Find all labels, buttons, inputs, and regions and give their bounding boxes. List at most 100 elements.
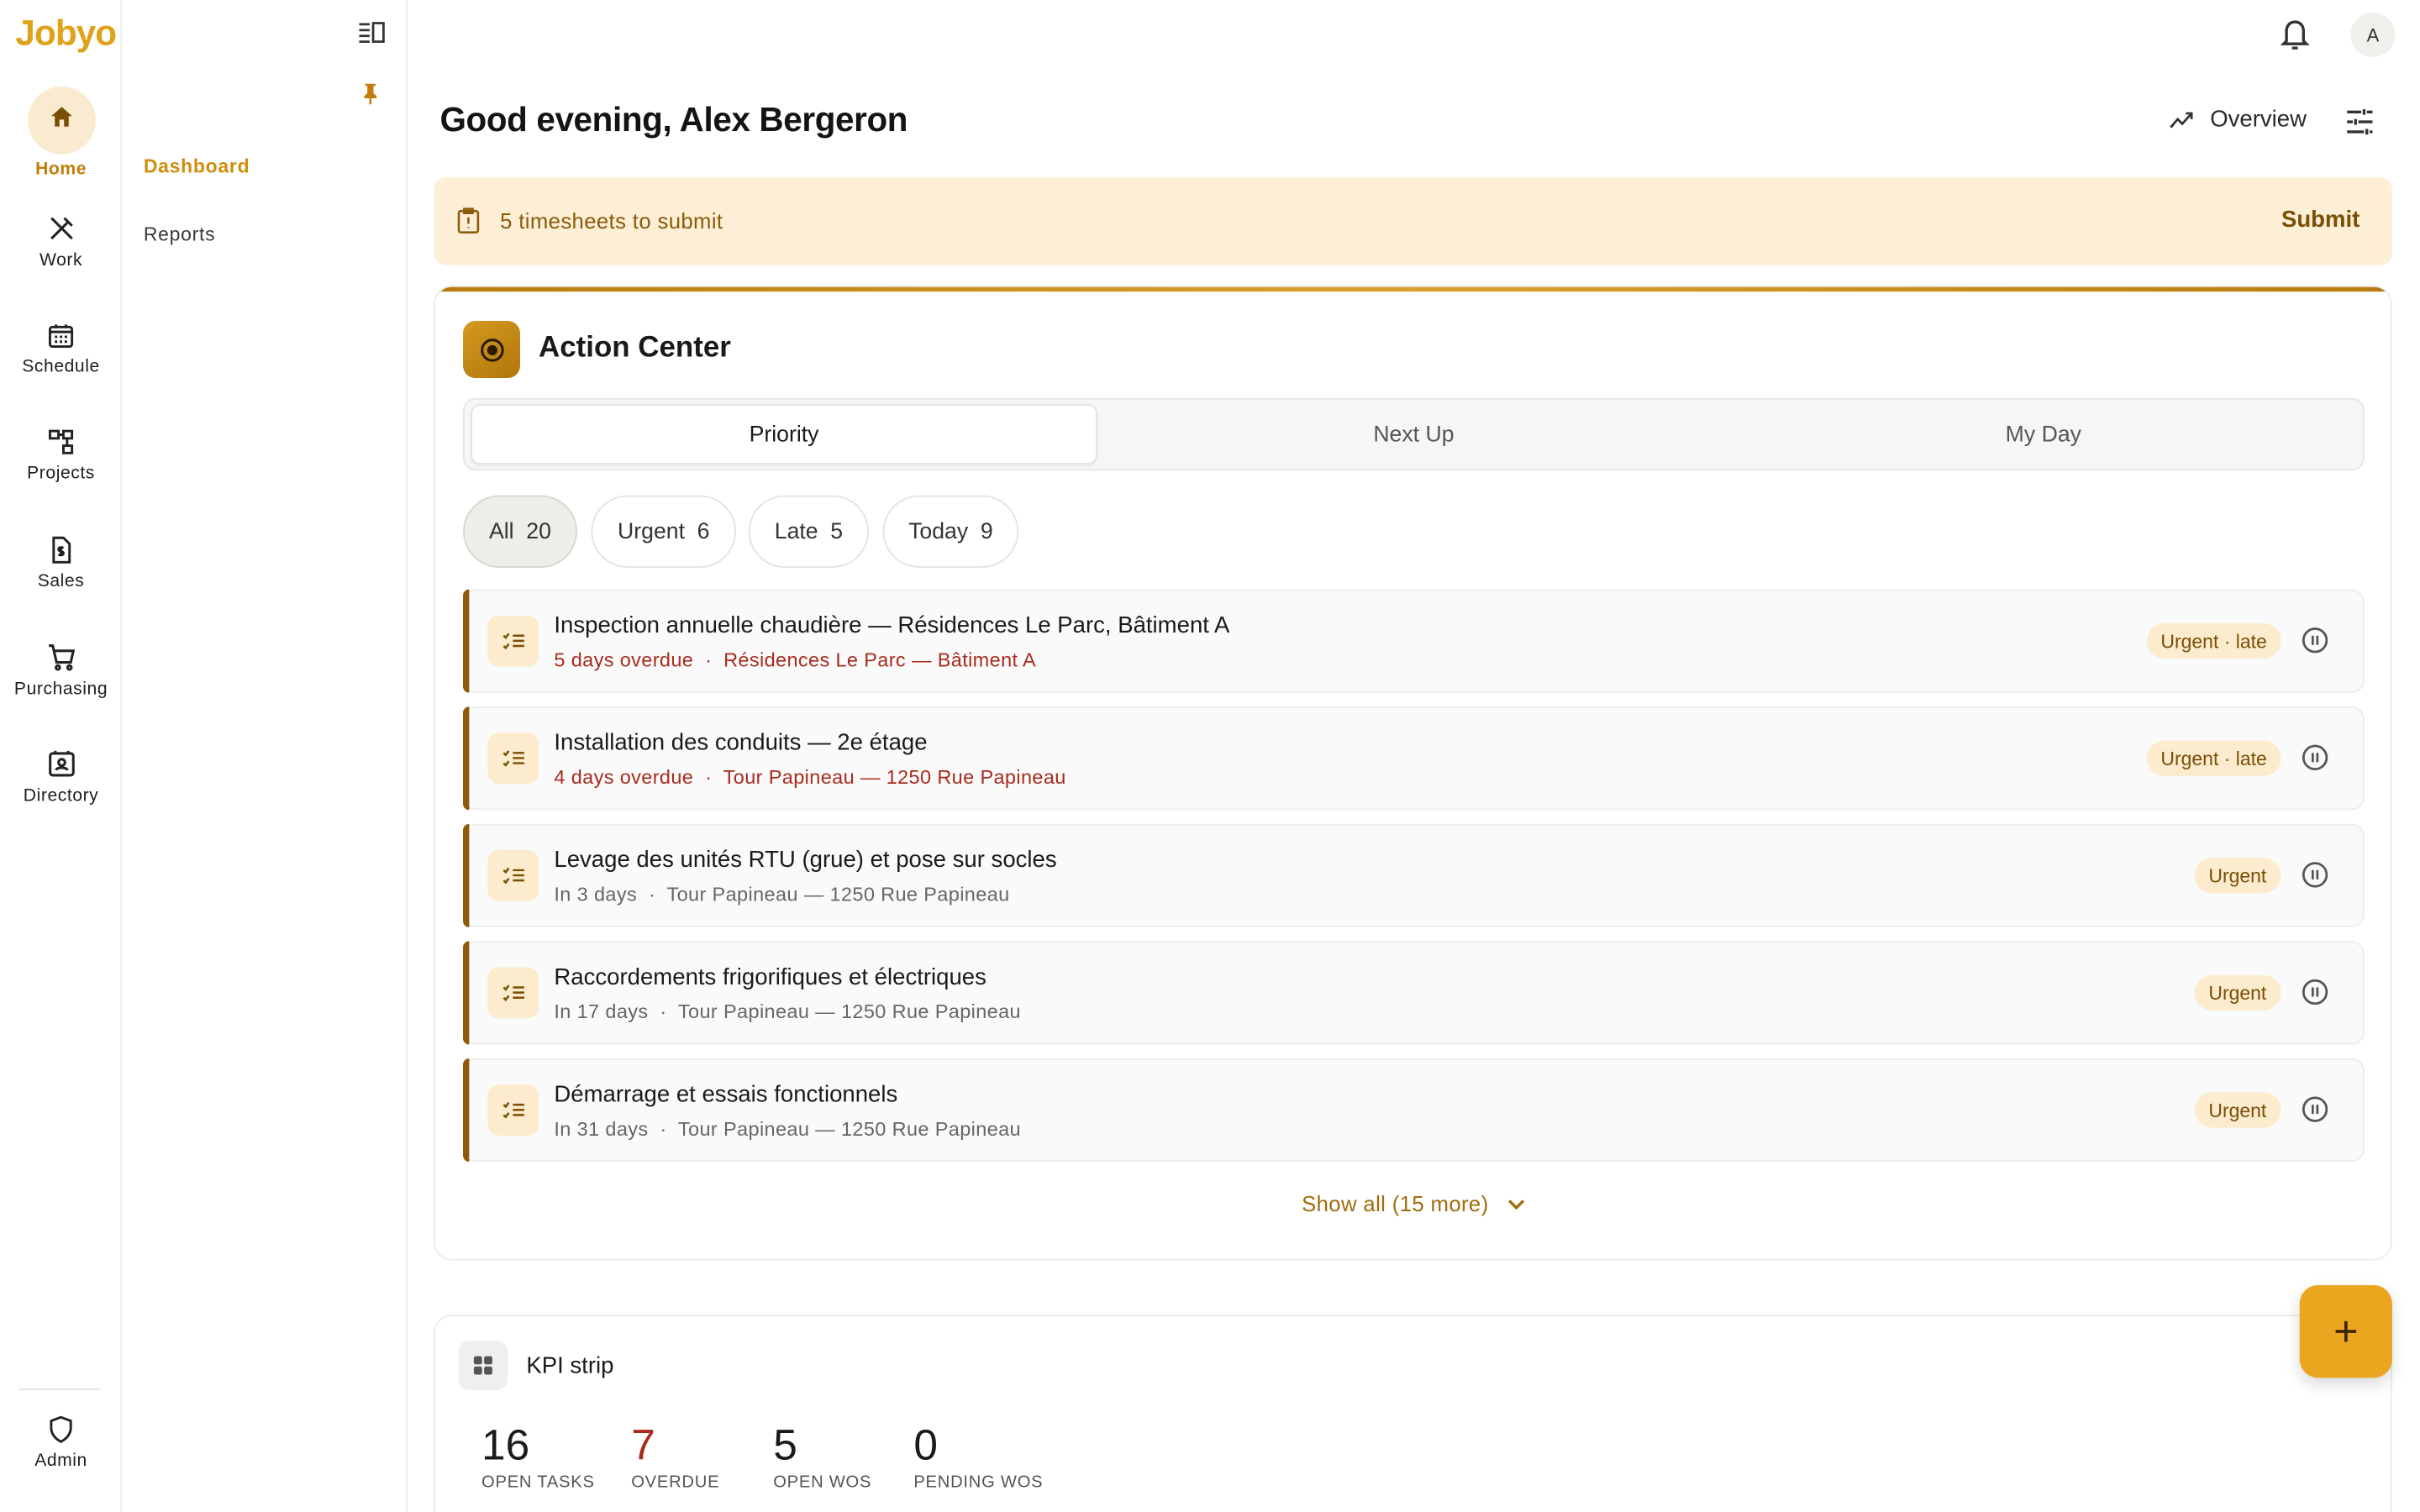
kpi-pending-wos[interactable]: 0 PENDING WOS bbox=[913, 1421, 1043, 1492]
checklist-icon bbox=[487, 615, 539, 667]
kpi-value: 5 bbox=[773, 1420, 797, 1469]
kpi-label: OPEN WOS bbox=[773, 1473, 872, 1493]
task-meta: In 3 days · Tour Papineau — 1250 Rue Pap… bbox=[554, 882, 1010, 906]
subnav-item-dashboard[interactable]: Dashboard bbox=[144, 156, 250, 178]
checklist-icon bbox=[487, 850, 539, 901]
pause-icon[interactable] bbox=[2302, 1095, 2329, 1123]
add-fab-button[interactable] bbox=[2299, 1284, 2392, 1378]
card-accent-line bbox=[434, 286, 2391, 292]
kpi-value: 7 bbox=[631, 1420, 655, 1469]
user-avatar[interactable]: A bbox=[2350, 12, 2396, 57]
rail-item-schedule[interactable]: Schedule bbox=[0, 321, 122, 376]
chip-label: Today bbox=[908, 519, 969, 544]
rail-divider bbox=[18, 1389, 101, 1390]
status-badge: Urgent bbox=[2194, 858, 2281, 894]
status-badge: Urgent · late bbox=[2146, 623, 2281, 659]
checklist-icon bbox=[487, 1084, 539, 1136]
task-row[interactable]: Démarrage et essais fonctionnels In 31 d… bbox=[463, 1058, 2365, 1163]
pause-icon[interactable] bbox=[2302, 978, 2329, 1005]
show-all-label: Show all (15 more) bbox=[1302, 1190, 1489, 1216]
rail-item-admin[interactable]: Admin bbox=[0, 1415, 122, 1470]
projects-icon bbox=[49, 429, 74, 454]
tab-next-up[interactable]: Next Up bbox=[1101, 404, 1728, 465]
rail-item-projects[interactable]: Projects bbox=[0, 428, 122, 483]
timesheet-alert-icon bbox=[457, 207, 480, 234]
action-center-tabs: Priority Next Up My Day bbox=[463, 397, 2365, 471]
checklist-icon bbox=[487, 732, 539, 785]
task-title: Démarrage et essais fonctionnels bbox=[554, 1081, 898, 1108]
filter-chip-all[interactable]: All 20 bbox=[463, 495, 577, 568]
kpi-overdue[interactable]: 7 OVERDUE bbox=[631, 1421, 719, 1492]
subnav-item-reports[interactable]: Reports bbox=[144, 223, 216, 245]
filter-chip-late[interactable]: Late 5 bbox=[748, 495, 870, 568]
banner-text: 5 timesheets to submit bbox=[500, 207, 723, 234]
chip-count: 6 bbox=[697, 519, 710, 544]
task-row[interactable]: Levage des unités RTU (grue) et pose sur… bbox=[463, 823, 2365, 927]
app-root: Jobyo Home Work Schedule Projects Sales … bbox=[0, 0, 2420, 1512]
notifications-bell-icon[interactable] bbox=[2278, 15, 2312, 52]
filter-chip-urgent[interactable]: Urgent 6 bbox=[591, 495, 737, 568]
rail-item-purchasing[interactable]: Purchasing bbox=[0, 642, 122, 699]
rail-item-home[interactable]: Home bbox=[0, 86, 122, 179]
pause-icon[interactable] bbox=[2302, 743, 2329, 771]
kpi-open-wos[interactable]: 5 OPEN WOS bbox=[773, 1421, 871, 1492]
task-row[interactable]: Raccordements frigorifiques et électriqu… bbox=[463, 941, 2365, 1045]
task-meta: 5 days overdue · Résidences Le Parc — Bâ… bbox=[554, 648, 1037, 671]
calendar-icon bbox=[49, 324, 74, 349]
page-greeting: Good evening, Alex Bergeron bbox=[439, 100, 908, 139]
chip-label: Late bbox=[774, 519, 818, 544]
kpi-label: OPEN TASKS bbox=[481, 1473, 595, 1493]
grid-icon bbox=[458, 1341, 508, 1390]
chip-count: 5 bbox=[830, 519, 844, 544]
kpi-value: 16 bbox=[481, 1420, 530, 1469]
rail-item-label: Work bbox=[39, 251, 83, 270]
task-meta: In 31 days · Tour Papineau — 1250 Rue Pa… bbox=[554, 1116, 1022, 1141]
overview-button[interactable]: Overview bbox=[2169, 107, 2307, 133]
secondary-nav: Dashboard Reports bbox=[124, 0, 408, 1512]
customize-icon[interactable] bbox=[2343, 105, 2376, 139]
rail-item-label: Schedule bbox=[22, 358, 100, 377]
rail-item-label: Directory bbox=[23, 786, 99, 806]
primary-rail: Jobyo Home Work Schedule Projects Sales … bbox=[0, 0, 123, 1512]
kpi-open-tasks[interactable]: 16 OPEN TASKS bbox=[481, 1421, 595, 1492]
status-badge: Urgent · late bbox=[2146, 740, 2281, 776]
plus-icon bbox=[2335, 1320, 2357, 1342]
kpi-label: PENDING WOS bbox=[913, 1473, 1044, 1493]
tab-priority[interactable]: Priority bbox=[471, 404, 1097, 465]
row-accent bbox=[463, 589, 470, 693]
rail-item-directory[interactable]: Directory bbox=[0, 748, 122, 806]
chip-label: Urgent bbox=[618, 519, 685, 544]
kpi-strip-title: KPI strip bbox=[526, 1352, 614, 1380]
app-logo[interactable]: Jobyo bbox=[15, 13, 117, 55]
rail-item-label: Projects bbox=[27, 464, 95, 483]
filter-chip-today[interactable]: Today 9 bbox=[882, 495, 1019, 568]
rail-item-work[interactable]: Work bbox=[0, 213, 122, 270]
chip-count: 20 bbox=[526, 519, 551, 544]
target-icon bbox=[463, 321, 520, 378]
rail-item-label: Sales bbox=[37, 572, 85, 591]
row-accent bbox=[463, 706, 470, 811]
home-icon bbox=[27, 86, 95, 155]
pin-icon[interactable] bbox=[358, 81, 382, 108]
trend-icon bbox=[2170, 111, 2193, 128]
tools-icon bbox=[50, 217, 72, 240]
task-row[interactable]: Inspection annuelle chaudière — Résidenc… bbox=[463, 589, 2365, 693]
task-row[interactable]: Installation des conduits — 2e étage 4 d… bbox=[463, 706, 2365, 811]
kpi-strip-card: KPI strip 16 OPEN TASKS 7 OVERDUE 5 OPEN… bbox=[434, 1314, 2392, 1512]
shield-icon bbox=[50, 1415, 72, 1443]
rail-item-label: Purchasing bbox=[13, 680, 108, 700]
cart-icon bbox=[48, 644, 75, 671]
kpi-value: 0 bbox=[913, 1420, 938, 1469]
show-all-button[interactable]: Show all (15 more) bbox=[435, 1191, 2391, 1215]
row-accent bbox=[463, 1058, 470, 1163]
pause-icon[interactable] bbox=[2302, 627, 2329, 654]
row-accent bbox=[463, 941, 470, 1045]
tab-my-day[interactable]: My Day bbox=[1730, 404, 2357, 465]
task-title: Inspection annuelle chaudière — Résidenc… bbox=[554, 612, 1230, 639]
chevron-down-icon bbox=[1507, 1200, 1524, 1210]
rail-item-sales[interactable]: Sales bbox=[0, 535, 122, 591]
submit-timesheets-button[interactable]: Submit bbox=[2281, 207, 2360, 233]
kpi-label: OVERDUE bbox=[631, 1473, 720, 1493]
pause-icon[interactable] bbox=[2302, 861, 2329, 889]
collapse-sidebar-icon[interactable] bbox=[358, 20, 386, 45]
